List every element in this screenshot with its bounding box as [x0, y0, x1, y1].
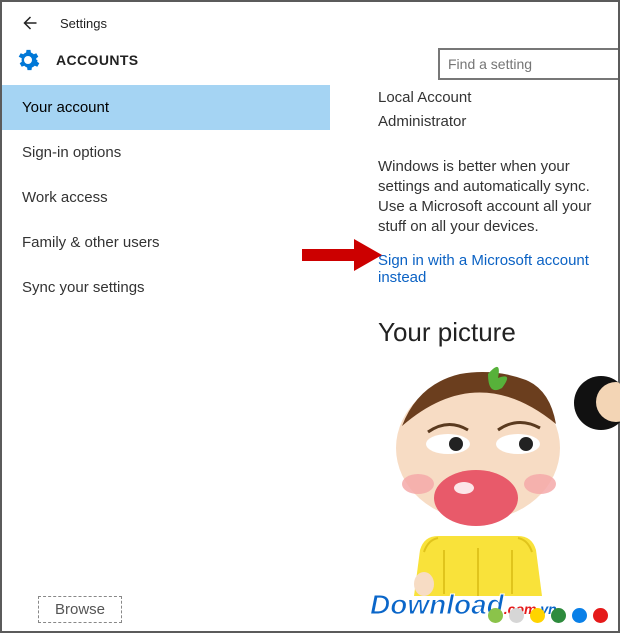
sidebar-item-label: Sync your settings — [22, 279, 145, 296]
sidebar-item-signin-options[interactable]: Sign-in options — [2, 130, 330, 175]
dot-icon — [572, 608, 587, 623]
dot-icon — [530, 608, 545, 623]
sidebar-item-label: Family & other users — [22, 234, 160, 251]
dot-icon — [593, 608, 608, 623]
sidebar-item-label: Work access — [22, 189, 108, 206]
sidebar-item-family-users[interactable]: Family & other users — [2, 220, 330, 265]
sidebar-item-label: Your account — [22, 99, 109, 116]
search-input[interactable] — [448, 56, 610, 72]
back-arrow-icon — [20, 14, 38, 32]
sidebar-item-sync-settings[interactable]: Sync your settings — [2, 265, 330, 310]
dot-icon — [488, 608, 503, 623]
profile-picture — [378, 366, 588, 596]
sync-description: Windows is better when your settings and… — [378, 157, 618, 238]
title-bar: Settings — [2, 2, 618, 42]
back-button[interactable] — [16, 10, 42, 36]
dot-icon — [551, 608, 566, 623]
sign-in-microsoft-link[interactable]: Sign in with a Microsoft account instead — [378, 252, 618, 286]
main-content: Your account Sign-in options Work access… — [2, 84, 618, 624]
account-type-line1: Local Account — [378, 88, 618, 108]
your-picture-heading: Your picture — [378, 317, 618, 348]
sidebar: Your account Sign-in options Work access… — [2, 84, 330, 624]
sidebar-item-label: Sign-in options — [22, 144, 121, 161]
account-type-line2: Administrator — [378, 112, 618, 132]
watermark-dots — [488, 608, 608, 623]
sidebar-item-your-account[interactable]: Your account — [2, 85, 330, 130]
section-title: ACCOUNTS — [56, 52, 139, 68]
search-field[interactable] — [438, 48, 618, 80]
gear-icon — [16, 48, 40, 72]
dot-icon — [509, 608, 524, 623]
window-title: Settings — [60, 16, 107, 31]
avatar-area — [378, 366, 618, 616]
browse-button[interactable]: Browse — [38, 596, 122, 623]
content-panel: Local Account Administrator Windows is b… — [330, 84, 618, 624]
alt-avatar[interactable] — [574, 376, 620, 430]
sidebar-item-work-access[interactable]: Work access — [2, 175, 330, 220]
